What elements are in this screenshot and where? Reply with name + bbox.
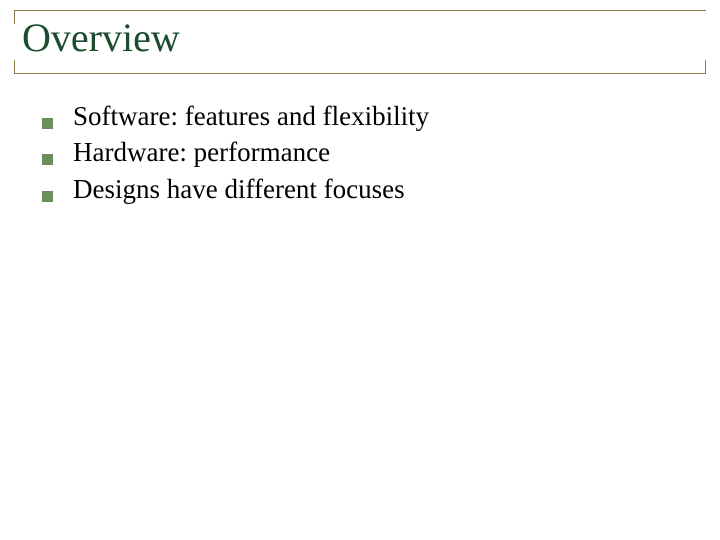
bullet-text: Hardware: performance <box>73 136 330 168</box>
bullet-text: Software: features and flexibility <box>73 100 429 132</box>
rule-left-top <box>14 10 15 24</box>
list-item: Software: features and flexibility <box>42 100 706 132</box>
rule-bottom <box>14 73 706 74</box>
square-bullet-icon <box>42 118 53 129</box>
rule-top <box>14 10 706 11</box>
list-item: Hardware: performance <box>42 136 706 168</box>
rule-left-bottom <box>14 60 15 74</box>
bullet-list: Software: features and flexibility Hardw… <box>14 100 706 205</box>
list-item: Designs have different focuses <box>42 173 706 205</box>
slide-title: Overview <box>14 16 706 60</box>
square-bullet-icon <box>42 154 53 165</box>
square-bullet-icon <box>42 191 53 202</box>
slide: Overview Software: features and flexibil… <box>14 10 706 510</box>
rule-right-bottom <box>705 60 706 74</box>
bullet-text: Designs have different focuses <box>73 173 405 205</box>
title-container: Overview <box>14 10 706 74</box>
